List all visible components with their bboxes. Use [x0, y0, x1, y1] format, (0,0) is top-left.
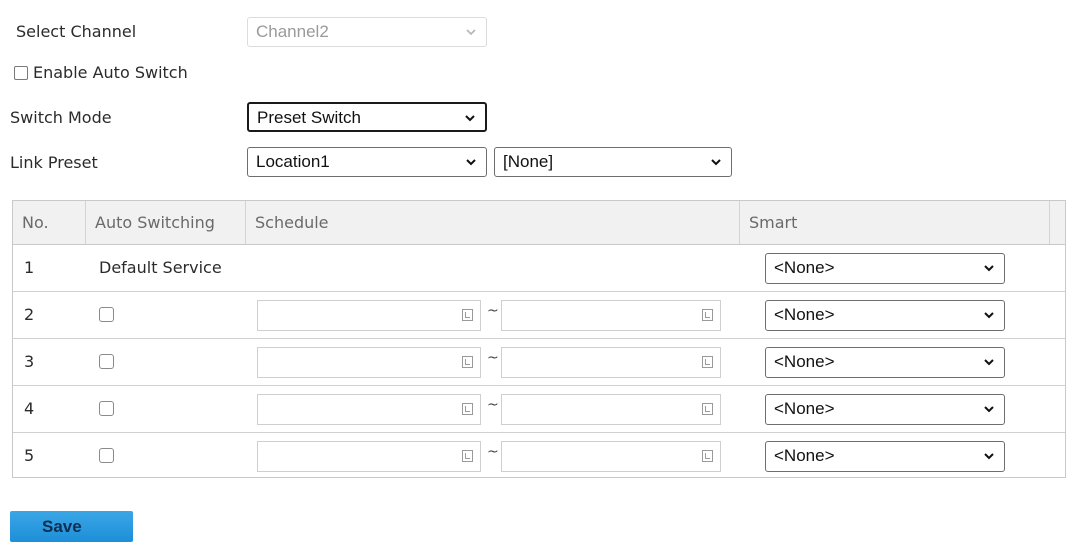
- default-service-label: Default Service: [99, 258, 222, 277]
- row-number: 3: [24, 352, 35, 371]
- chevron-down-icon: [984, 265, 994, 272]
- schedule-end-input[interactable]: [501, 300, 721, 331]
- switch-mode-select[interactable]: Preset Switch: [247, 102, 487, 132]
- smart-select-value: <None>: [774, 352, 835, 371]
- clock-icon[interactable]: [462, 309, 473, 321]
- header-auto-switching: Auto Switching: [86, 201, 246, 244]
- link-preset-label: Link Preset: [10, 153, 98, 172]
- schedule-end-input[interactable]: [501, 394, 721, 425]
- row-number: 4: [24, 399, 35, 418]
- smart-select-value: <None>: [774, 305, 835, 324]
- chevron-down-icon: [984, 312, 994, 319]
- table-row: 5 ~ <None>: [13, 433, 1065, 480]
- smart-select[interactable]: <None>: [765, 394, 1005, 425]
- smart-select[interactable]: <None>: [765, 347, 1005, 378]
- link-preset-secondary-value: [None]: [503, 152, 554, 171]
- auto-switching-checkbox[interactable]: [99, 354, 114, 369]
- channel-select[interactable]: Channel2: [247, 17, 487, 47]
- clock-icon[interactable]: [702, 309, 713, 321]
- schedule-separator: ~: [487, 350, 499, 366]
- table-row: 1 Default Service <None>: [13, 245, 1065, 292]
- clock-icon[interactable]: [462, 450, 473, 462]
- select-channel-label: Select Channel: [16, 22, 137, 41]
- header-schedule: Schedule: [246, 201, 740, 244]
- row-number: 5: [24, 446, 35, 465]
- chevron-down-icon: [466, 159, 476, 166]
- smart-select-value: <None>: [774, 258, 835, 277]
- smart-select[interactable]: <None>: [765, 253, 1005, 284]
- link-preset-select[interactable]: Location1: [247, 147, 487, 177]
- table-row: 3 ~ <None>: [13, 339, 1065, 386]
- link-preset-select-value: Location1: [256, 152, 330, 171]
- row-number: 2: [24, 305, 35, 324]
- header-smart: Smart: [740, 201, 1050, 244]
- clock-icon[interactable]: [702, 403, 713, 415]
- schedule-separator: ~: [487, 397, 499, 413]
- table-header: No. Auto Switching Schedule Smart: [13, 201, 1065, 245]
- header-no: No.: [13, 201, 86, 244]
- chevron-down-icon: [465, 115, 475, 122]
- chevron-down-icon: [466, 29, 476, 36]
- clock-icon[interactable]: [702, 450, 713, 462]
- smart-select-value: <None>: [774, 446, 835, 465]
- smart-select[interactable]: <None>: [765, 441, 1005, 472]
- auto-switching-checkbox[interactable]: [99, 448, 114, 463]
- chevron-down-icon: [984, 406, 994, 413]
- switch-mode-select-value: Preset Switch: [257, 108, 361, 127]
- save-button[interactable]: Save: [10, 511, 133, 542]
- chevron-down-icon: [711, 159, 721, 166]
- auto-switching-checkbox[interactable]: [99, 307, 114, 322]
- enable-auto-switch-label: Enable Auto Switch: [33, 63, 188, 82]
- auto-switch-table: No. Auto Switching Schedule Smart 1 Defa…: [12, 200, 1066, 478]
- link-preset-secondary-select[interactable]: [None]: [494, 147, 732, 177]
- clock-icon[interactable]: [702, 356, 713, 368]
- clock-icon[interactable]: [462, 403, 473, 415]
- schedule-start-input[interactable]: [257, 347, 481, 378]
- smart-select[interactable]: <None>: [765, 300, 1005, 331]
- schedule-end-input[interactable]: [501, 441, 721, 472]
- schedule-end-input[interactable]: [501, 347, 721, 378]
- row-number: 1: [24, 258, 35, 277]
- schedule-start-input[interactable]: [257, 441, 481, 472]
- clock-icon[interactable]: [462, 356, 473, 368]
- auto-switching-checkbox[interactable]: [99, 401, 114, 416]
- schedule-start-input[interactable]: [257, 394, 481, 425]
- chevron-down-icon: [984, 359, 994, 366]
- schedule-separator: ~: [487, 444, 499, 460]
- channel-select-value: Channel2: [256, 22, 329, 41]
- switch-mode-label: Switch Mode: [10, 108, 112, 127]
- table-row: 2 ~ <None>: [13, 292, 1065, 339]
- chevron-down-icon: [984, 453, 994, 460]
- schedule-separator: ~: [487, 303, 499, 319]
- enable-auto-switch-checkbox[interactable]: [14, 66, 28, 80]
- table-row: 4 ~ <None>: [13, 386, 1065, 433]
- schedule-start-input[interactable]: [257, 300, 481, 331]
- smart-select-value: <None>: [774, 399, 835, 418]
